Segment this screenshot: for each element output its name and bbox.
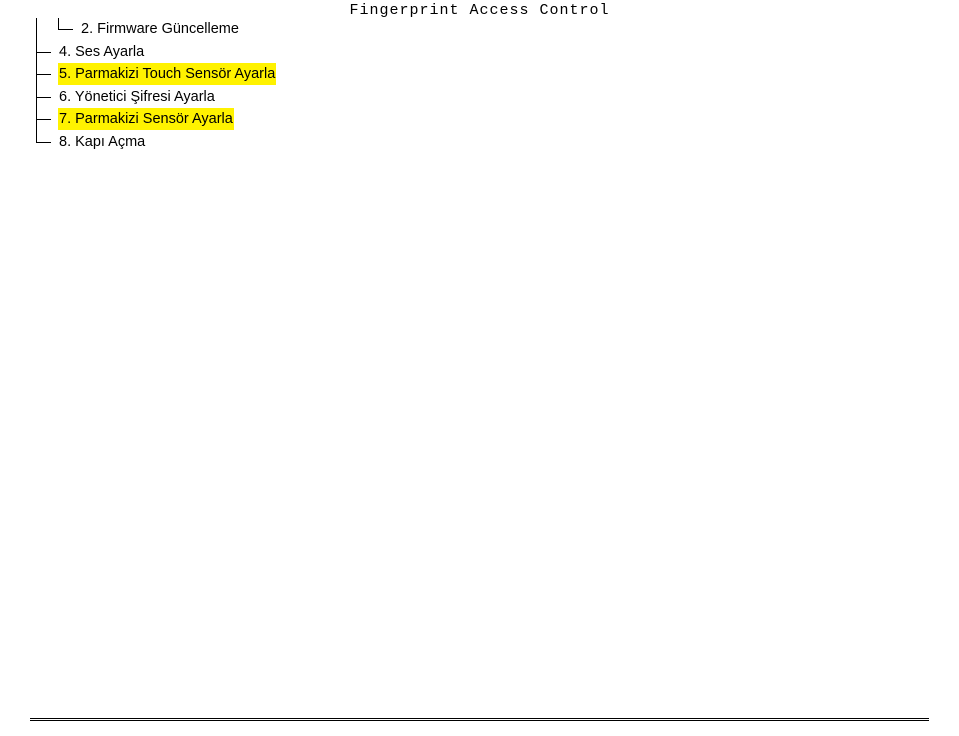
tree-row: 7. Parmakizi Sensör Ayarla — [36, 108, 276, 131]
tree-item-num: 7. — [59, 111, 71, 127]
tree-branch-elbow — [36, 131, 58, 154]
tree-item-text: Parmakizi Sensör Ayarla — [75, 111, 233, 127]
tree-item-text: Ses Ayarla — [75, 44, 144, 60]
tree-item-num: 2. — [81, 21, 93, 37]
tree-item-label-highlighted: 7. Parmakizi Sensör Ayarla — [58, 108, 234, 130]
tree-row: 8. Kapı Açma — [36, 131, 276, 154]
menu-tree: 2. Firmware Güncelleme 4. Ses Ayarla 5. … — [36, 18, 276, 153]
tree-branch-tee — [36, 41, 58, 64]
tree-item-text: Yönetici Şifresi Ayarla — [75, 89, 215, 105]
tree-item-text: Firmware Güncelleme — [97, 21, 239, 37]
tree-row: 2. Firmware Güncelleme — [36, 18, 276, 41]
tree-item-num: 4. — [59, 44, 71, 60]
tree-item-num: 5. — [59, 66, 71, 82]
tree-branch-elbow — [58, 18, 80, 41]
page-footer-rule — [30, 718, 929, 721]
tree-item-label: 2. Firmware Güncelleme — [80, 18, 240, 40]
tree-branch-tee — [36, 108, 58, 131]
tree-item-text: Kapı Açma — [75, 134, 145, 150]
tree-item-label-highlighted: 5. Parmakizi Touch Sensör Ayarla — [58, 63, 276, 85]
page-header: Fingerprint Access Control — [0, 0, 959, 19]
page-title: Fingerprint Access Control — [349, 2, 609, 19]
tree-item-label: 8. Kapı Açma — [58, 131, 146, 153]
tree-item-num: 6. — [59, 89, 71, 105]
tree-row: 5. Parmakizi Touch Sensör Ayarla — [36, 63, 276, 86]
tree-item-label: 6. Yönetici Şifresi Ayarla — [58, 86, 216, 108]
tree-branch-tee — [36, 86, 58, 109]
tree-item-text: Parmakizi Touch Sensör Ayarla — [75, 66, 275, 82]
tree-branch-tee — [36, 63, 58, 86]
tree-row: 6. Yönetici Şifresi Ayarla — [36, 86, 276, 109]
tree-item-label: 4. Ses Ayarla — [58, 41, 145, 63]
tree-item-num: 8. — [59, 134, 71, 150]
tree-branch-vertical — [36, 18, 58, 41]
tree-row: 4. Ses Ayarla — [36, 41, 276, 64]
